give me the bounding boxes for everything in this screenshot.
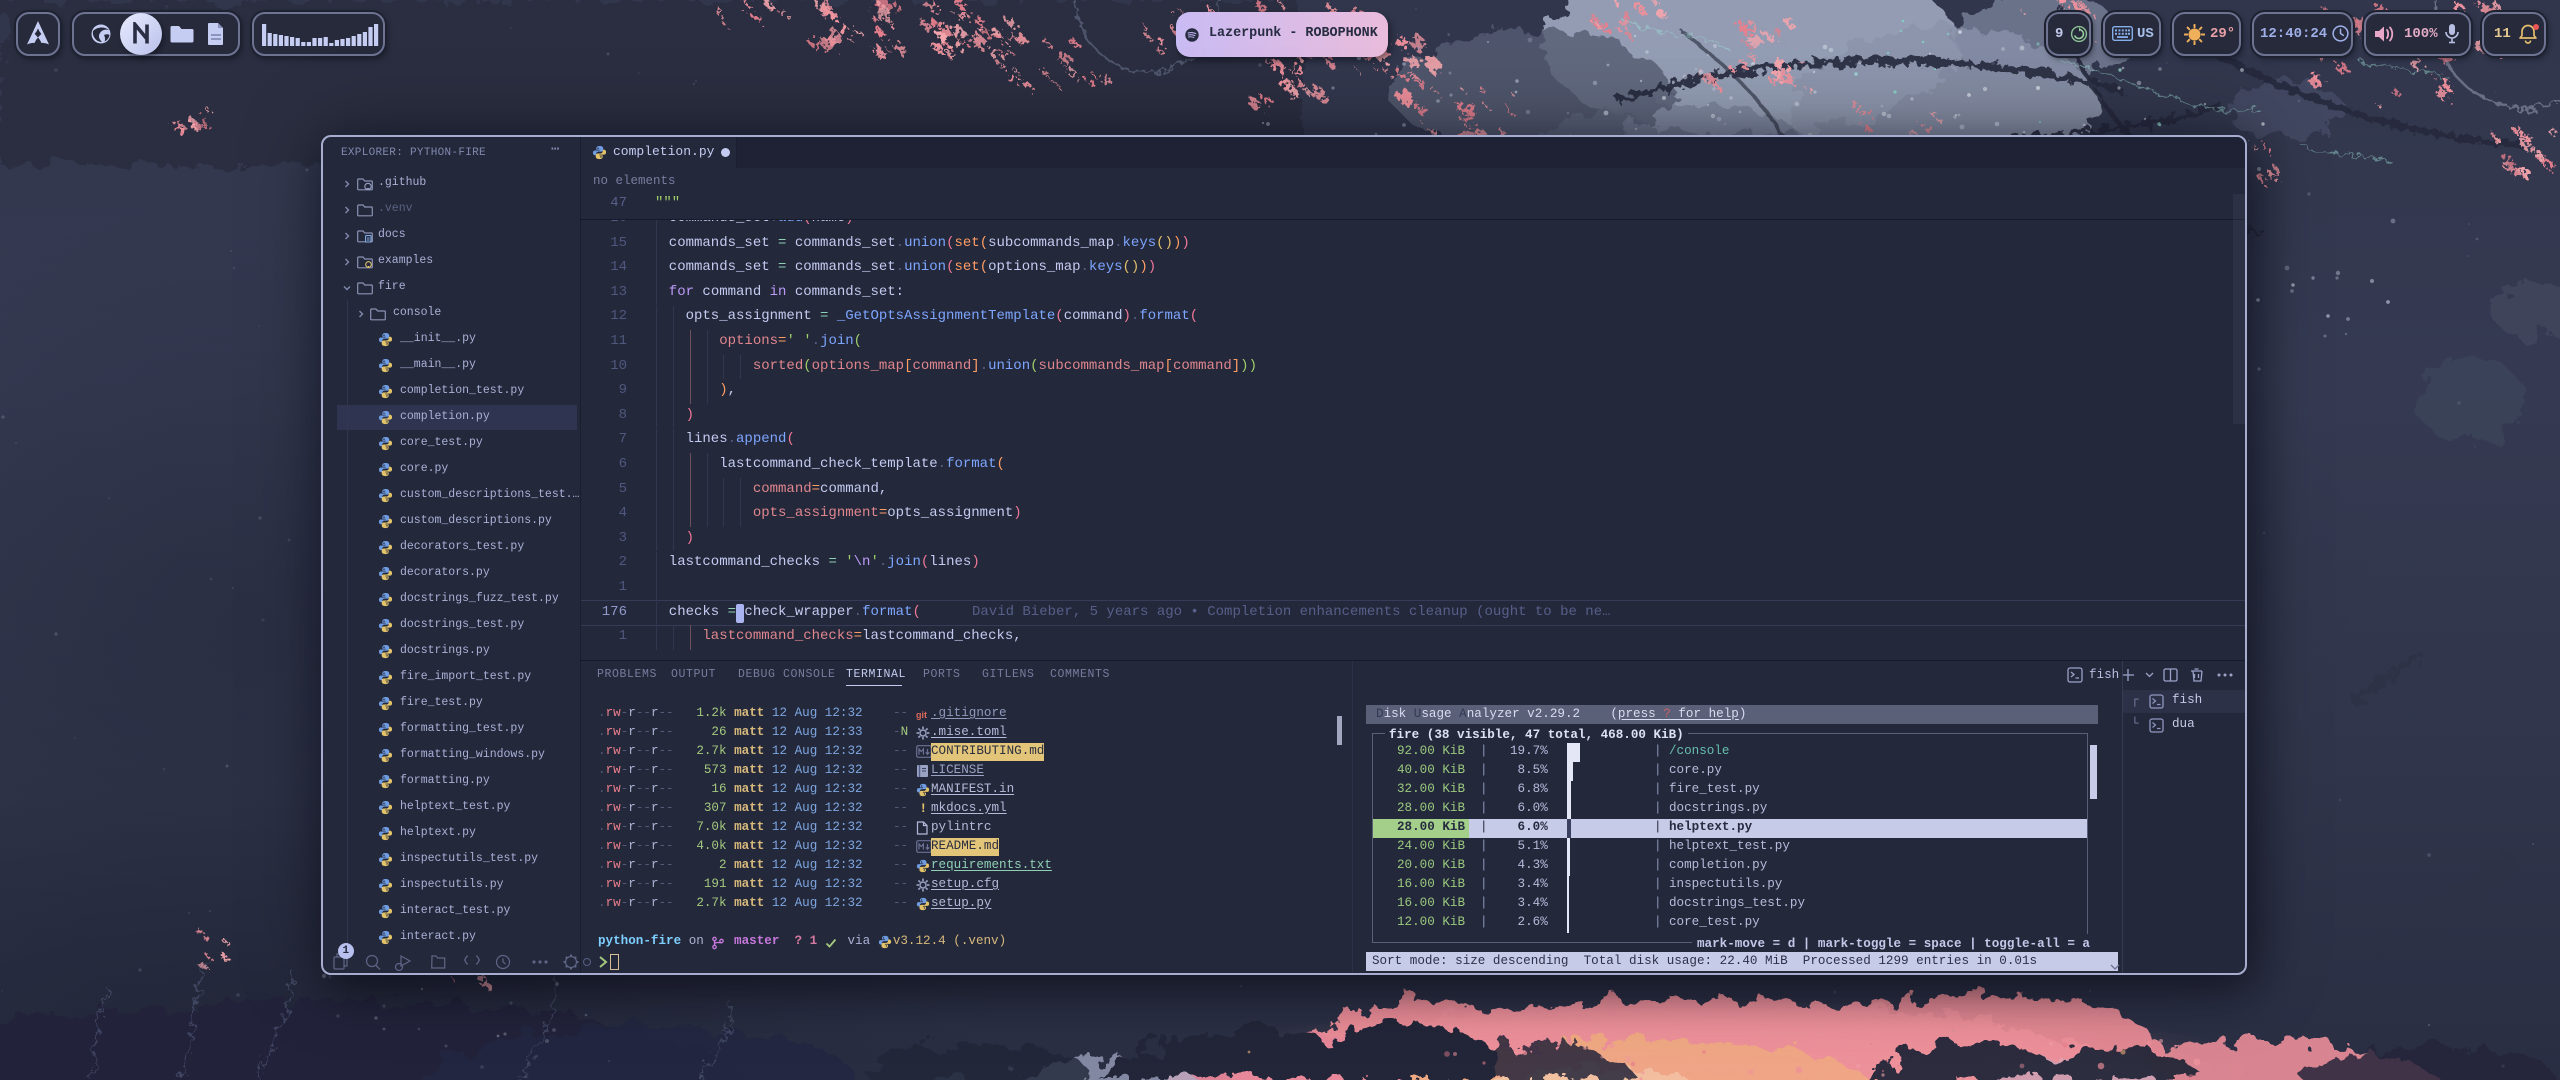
svg-text:git: git xyxy=(916,710,927,720)
